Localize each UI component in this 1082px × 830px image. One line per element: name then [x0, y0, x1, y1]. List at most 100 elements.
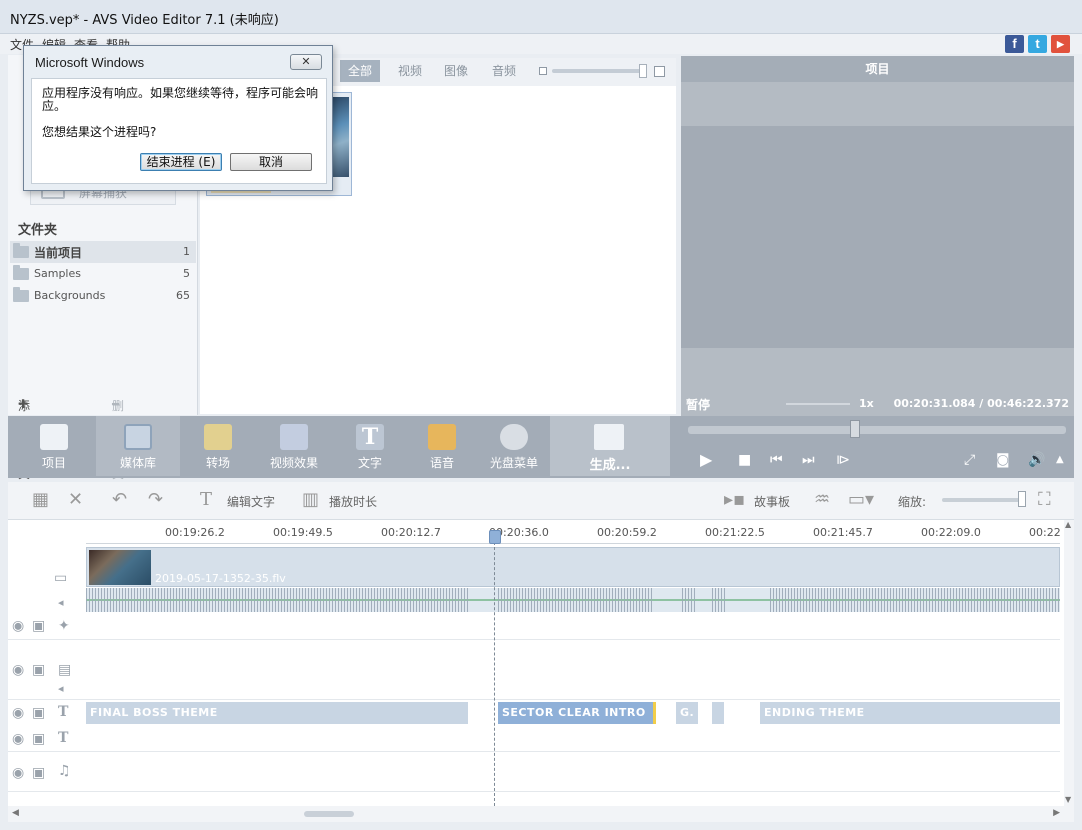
tab-audio[interactable]: 音频	[484, 60, 524, 82]
zoom-slider[interactable]	[942, 498, 1026, 502]
microphone-icon	[428, 424, 456, 450]
project-icon	[40, 424, 68, 450]
end-process-button[interactable]: 结束进程 (E)	[140, 153, 222, 171]
fit-icon[interactable]: ⛶	[1038, 489, 1051, 510]
zoom-label: 缩放:	[898, 495, 927, 509]
playback-time: 00:20:31.084 / 00:46:22.372	[893, 397, 1069, 410]
ruler-tick: 00:21:22.5	[705, 526, 765, 539]
playhead-handle[interactable]	[489, 530, 501, 544]
thumb-large-icon[interactable]	[654, 66, 665, 77]
thumbnail-size-slider[interactable]	[552, 69, 644, 73]
tool-video-effects[interactable]: 视频效果	[252, 416, 336, 476]
speed-slider[interactable]	[786, 403, 850, 405]
ruler-tick: 00:19:26.2	[165, 526, 225, 539]
horizontal-scrollbar[interactable]: ◀ ▶	[8, 806, 1074, 822]
zoom-knob[interactable]	[1018, 491, 1026, 507]
thumb-small-icon[interactable]	[539, 67, 547, 75]
clip-thumbnail	[89, 550, 151, 585]
duration-button[interactable]: 播放时长	[329, 493, 377, 510]
player-controls: ▶ ■ ⏮ ⏭ ⧐ ⤢ ◙ 🔊 ▲	[684, 416, 1074, 478]
title-bar: NYZS.vep* - AVS Video Editor 7.1 (未响应)	[0, 0, 1082, 34]
audio-waveform[interactable]	[86, 588, 1060, 612]
tool-project[interactable]: 项目	[12, 416, 96, 476]
tab-all[interactable]: 全部	[340, 60, 381, 82]
clip-name: 2019-05-17-1352-35.flv	[155, 572, 286, 585]
trim-icon[interactable]: ⧐	[836, 452, 850, 468]
disc-icon	[500, 424, 528, 450]
tab-video[interactable]: 视频	[390, 60, 430, 82]
edit-text-button[interactable]: 编辑文字	[227, 493, 275, 510]
split-icon[interactable]: ▦	[32, 489, 49, 510]
text-clip[interactable]: G.	[676, 702, 698, 724]
scroll-down-icon[interactable]: ▼	[1065, 795, 1071, 804]
tool-disc-menu[interactable]: 光盘菜单	[472, 416, 556, 476]
video-clip[interactable]: 2019-05-17-1352-35.flv	[86, 547, 1060, 587]
folder-item-current-project[interactable]: 当前项目 1	[10, 241, 196, 263]
mute-icon[interactable]: ◂	[58, 596, 64, 609]
seek-knob[interactable]	[850, 420, 860, 438]
folder-count: 1	[183, 245, 190, 258]
fullscreen-icon[interactable]: ⤢	[964, 452, 975, 468]
caret-up-icon[interactable]: ▲	[1056, 452, 1064, 468]
monitor-dropdown-icon[interactable]: ▭▾	[848, 489, 874, 510]
tool-label: 光盘菜单	[489, 456, 538, 470]
folder-icon	[13, 265, 29, 280]
folder-name: 当前项目	[34, 246, 83, 260]
cancel-button[interactable]: 取消	[230, 153, 312, 171]
scroll-up-icon[interactable]: ▲	[1065, 520, 1071, 529]
produce-label: 生成...	[589, 458, 631, 473]
ruler-tick: 00:20:59.2	[597, 526, 657, 539]
next-frame-icon[interactable]: ⏭	[802, 452, 815, 468]
tool-transitions[interactable]: 转场	[176, 416, 260, 476]
snapshot-icon[interactable]: ◙	[996, 452, 1010, 468]
prev-frame-icon[interactable]: ⏮	[770, 452, 783, 468]
waveform-segment	[712, 588, 726, 612]
tab-image[interactable]: 图像	[436, 60, 476, 82]
timeline-ruler[interactable]: 00:19:26.2 00:19:49.5 00:20:12.7 00:20:3…	[86, 520, 1061, 544]
dialog-message: 应用程序没有响应。如果您继续等待，程序可能会响应。	[42, 86, 319, 113]
twitter-icon[interactable]: t	[1028, 35, 1047, 53]
volume-icon[interactable]: 🔊	[1028, 452, 1045, 468]
playback-status: 暂停	[686, 398, 711, 412]
storyboard-button[interactable]: 故事板	[754, 493, 790, 510]
youtube-icon[interactable]: ▶	[1051, 35, 1070, 53]
playhead-line	[494, 532, 495, 806]
dialog-close-button[interactable]: ✕	[290, 54, 322, 70]
scroll-thumb[interactable]	[304, 811, 354, 817]
folders-header: 文件夹	[18, 223, 58, 238]
seek-bar[interactable]	[688, 426, 1066, 434]
scroll-right-icon[interactable]: ▶	[1053, 808, 1060, 818]
redo-icon[interactable]: ↷	[148, 489, 163, 510]
text-clip[interactable]: ENDING THEME	[760, 702, 1060, 724]
thumbnail-size-knob[interactable]	[639, 64, 647, 78]
vertical-scrollbar[interactable]: ▲ ▼	[1064, 520, 1074, 806]
text-track-icon: T	[58, 704, 69, 720]
window-title: NYZS.vep* - AVS Video Editor 7.1 (未响应)	[10, 13, 279, 28]
folder-name: Backgrounds	[34, 289, 106, 302]
play-icon[interactable]: ▶	[700, 452, 712, 468]
text-clip[interactable]: FINAL BOSS THEME	[86, 702, 468, 724]
lock-icon[interactable]: ▣	[32, 705, 45, 721]
folder-icon	[13, 243, 29, 258]
produce-button[interactable]: 生成...	[550, 416, 670, 476]
duration-icon: ▥	[302, 489, 320, 510]
music-track[interactable]	[8, 752, 1060, 792]
stop-icon[interactable]: ■	[738, 452, 751, 468]
facebook-icon[interactable]: f	[1005, 35, 1024, 53]
audio-mixer-icon[interactable]: ♒	[814, 489, 830, 510]
eye-icon[interactable]: ◉	[12, 705, 24, 721]
folder-item-backgrounds[interactable]: Backgrounds 65	[10, 285, 196, 307]
dialog-question: 您想结果这个进程吗?	[42, 125, 157, 139]
tool-label: 媒体库	[119, 456, 156, 470]
text-clip-selected[interactable]: SECTOR CLEAR INTRO	[498, 702, 656, 724]
effects-track[interactable]	[8, 612, 1060, 640]
undo-icon[interactable]: ↶	[112, 489, 127, 510]
folder-item-samples[interactable]: Samples 5	[10, 263, 196, 285]
scroll-left-icon[interactable]: ◀	[12, 808, 19, 818]
delete-icon[interactable]: ✕	[68, 489, 83, 510]
tool-media-library[interactable]: 媒体库	[96, 416, 180, 476]
folder-count: 65	[176, 289, 190, 302]
overlay-track[interactable]	[8, 640, 1060, 700]
text-clip[interactable]	[712, 702, 724, 724]
text-track-2[interactable]	[8, 726, 1060, 752]
